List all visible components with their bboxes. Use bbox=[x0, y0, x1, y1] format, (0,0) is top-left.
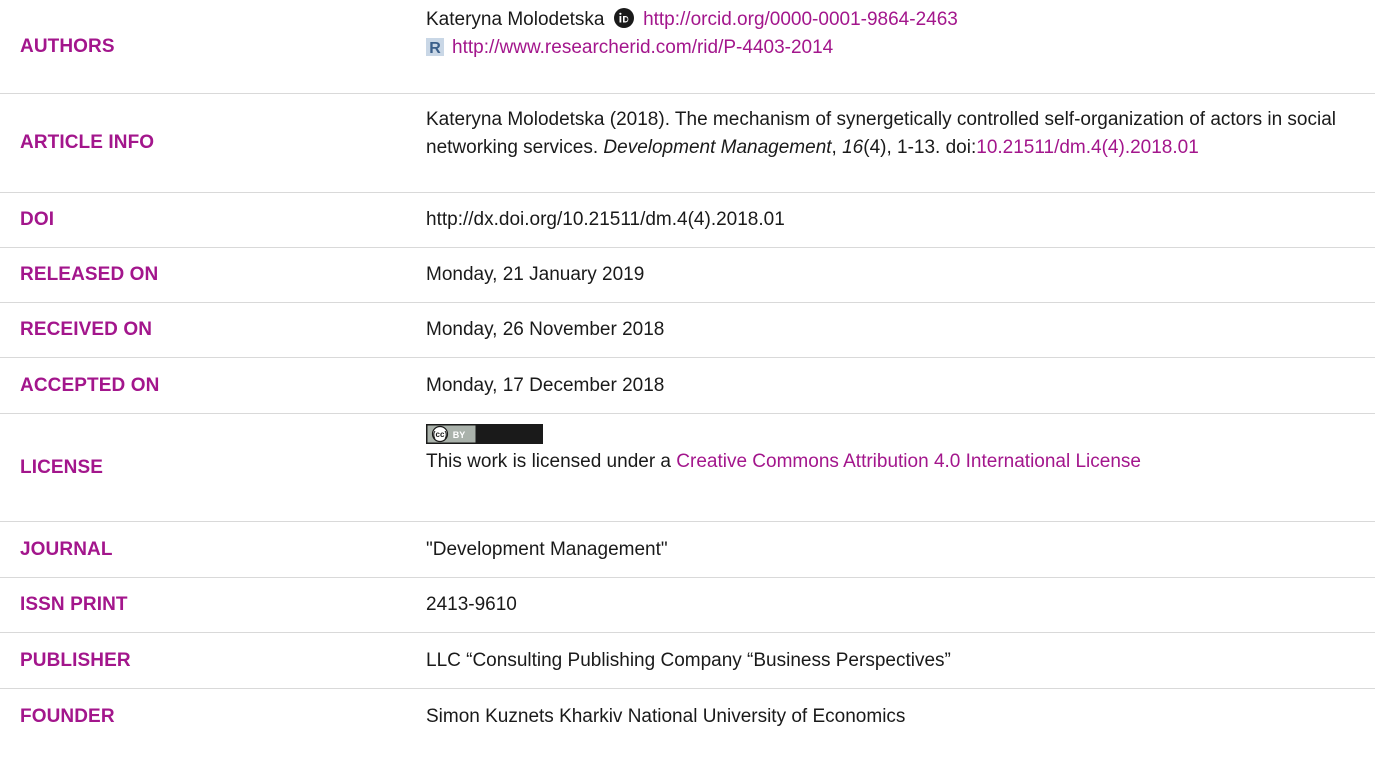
license-value: (cc) BY This work is licensed under a Cr… bbox=[426, 424, 1356, 476]
citation-journal: Development Management bbox=[603, 137, 832, 158]
orcid-icon[interactable] bbox=[613, 8, 634, 28]
row-received: RECEIVED ON Monday, 26 November 2018 bbox=[0, 303, 1375, 358]
row-accepted: ACCEPTED ON Monday, 17 December 2018 bbox=[0, 358, 1375, 414]
founder-label: FOUNDER bbox=[20, 706, 115, 727]
authors-label: AUTHORS bbox=[20, 35, 115, 57]
cc-by-badge-icon[interactable]: (cc) BY bbox=[426, 424, 543, 444]
row-doi: DOI http://dx.doi.org/10.21511/dm.4(4).2… bbox=[0, 193, 1375, 248]
doi-label: DOI bbox=[20, 209, 55, 230]
accepted-label: ACCEPTED ON bbox=[20, 374, 160, 396]
doi-value: http://dx.doi.org/10.21511/dm.4(4).2018.… bbox=[426, 209, 785, 230]
journal-label: JOURNAL bbox=[20, 538, 113, 560]
publisher-value: LLC “Consulting Publishing Company “Busi… bbox=[426, 649, 951, 671]
authors-value: Kateryna Molodetska http://orcid.org/000… bbox=[426, 6, 1356, 62]
founder-value: Simon Kuznets Kharkiv National Universit… bbox=[426, 706, 906, 727]
row-founder: FOUNDER Simon Kuznets Kharkiv National U… bbox=[0, 689, 1375, 745]
researcherid-icon[interactable]: R bbox=[426, 37, 444, 57]
researcherid-line: R http://www.researcherid.com/rid/P-4403… bbox=[426, 34, 1356, 62]
author-name: Kateryna Molodetska bbox=[426, 9, 605, 30]
released-value: Monday, 21 January 2019 bbox=[426, 264, 645, 285]
row-authors: AUTHORS Kateryna Molodetska http://orcid… bbox=[0, 0, 1375, 94]
researcherid-link[interactable]: http://www.researcherid.com/rid/P-4403-2… bbox=[452, 37, 833, 58]
cc-badge-cc-text: (cc) bbox=[433, 430, 448, 439]
journal-value: "Development Management" bbox=[426, 538, 668, 560]
issn-label: ISSN PRINT bbox=[20, 594, 128, 615]
license-link[interactable]: Creative Commons Attribution 4.0 Interna… bbox=[676, 451, 1141, 472]
received-value: Monday, 26 November 2018 bbox=[426, 319, 665, 340]
row-license: LICENSE (cc) BY This work is licensed un… bbox=[0, 414, 1375, 522]
citation-sep: , bbox=[831, 137, 843, 158]
article-info-label: ARTICLE INFO bbox=[20, 132, 155, 153]
received-label: RECEIVED ON bbox=[20, 319, 153, 340]
citation-volume: 16 bbox=[842, 137, 864, 158]
license-label: LICENSE bbox=[20, 456, 104, 478]
cc-badge-line: (cc) BY bbox=[426, 424, 1356, 448]
article-metadata-table: AUTHORS Kateryna Molodetska http://orcid… bbox=[0, 0, 1375, 745]
released-label: RELEASED ON bbox=[20, 264, 159, 285]
accepted-value: Monday, 17 December 2018 bbox=[426, 374, 665, 396]
cc-badge-by-text: BY bbox=[453, 430, 466, 440]
issn-value: 2413-9610 bbox=[426, 594, 517, 615]
article-info-value: Kateryna Molodetska (2018). The mechanis… bbox=[426, 106, 1356, 162]
citation-doi-link[interactable]: 10.21511/dm.4(4).2018.01 bbox=[976, 137, 1199, 158]
orcid-link[interactable]: http://orcid.org/0000-0001-9864-2463 bbox=[643, 9, 958, 30]
author-line: Kateryna Molodetska http://orcid.org/000… bbox=[426, 6, 1356, 34]
publisher-label: PUBLISHER bbox=[20, 649, 131, 671]
row-issn: ISSN PRINT 2413-9610 bbox=[0, 578, 1375, 633]
row-article-info: ARTICLE INFO Kateryna Molodetska (2018).… bbox=[0, 94, 1375, 193]
svg-text:R: R bbox=[429, 40, 441, 56]
license-text: This work is licensed under a Creative C… bbox=[426, 448, 1356, 476]
row-publisher: PUBLISHER LLC “Consulting Publishing Com… bbox=[0, 633, 1375, 689]
license-text-pre: This work is licensed under a bbox=[426, 451, 677, 472]
row-released: RELEASED ON Monday, 21 January 2019 bbox=[0, 248, 1375, 303]
citation-issue-pages: (4), 1-13. doi: bbox=[863, 137, 977, 158]
row-journal: JOURNAL "Development Management" bbox=[0, 522, 1375, 578]
